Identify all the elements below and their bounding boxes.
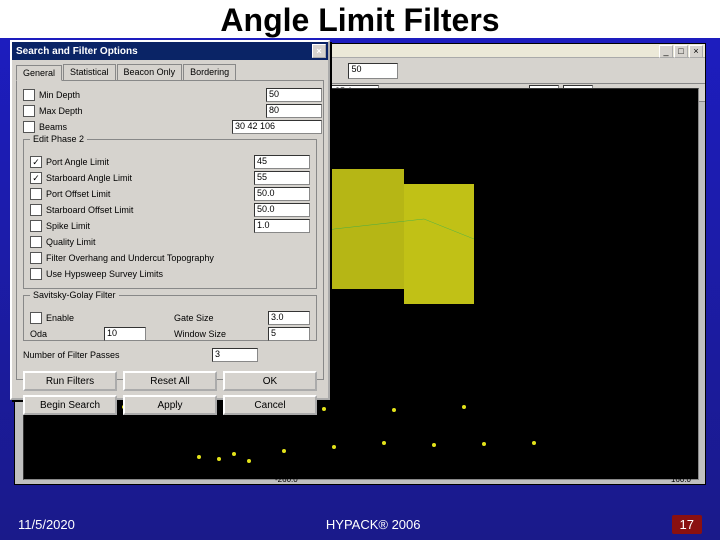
ok-button[interactable]: OK <box>223 371 317 391</box>
spike-input[interactable]: 1.0 <box>254 219 310 233</box>
golay-enable-checkbox[interactable] <box>30 312 42 324</box>
tab-general[interactable]: General <box>16 65 62 81</box>
max-depth-checkbox[interactable] <box>23 105 35 117</box>
spike-checkbox[interactable] <box>30 220 42 232</box>
phase2-label: Edit Phase 2 <box>30 134 87 144</box>
spike-label: Spike Limit <box>46 221 90 231</box>
passes-label: Number of Filter Passes <box>23 350 120 360</box>
begin-search-button[interactable]: Begin Search <box>23 395 117 415</box>
hypsweep-checkbox[interactable] <box>30 268 42 280</box>
sparse-points-2 <box>194 429 554 469</box>
max-depth-row: Max Depth 80 <box>23 103 317 119</box>
footer-center: HYPACK® 2006 <box>326 517 421 532</box>
maximize-button[interactable]: □ <box>674 45 688 58</box>
tab-beacon[interactable]: Beacon Only <box>117 64 183 80</box>
gate-size-label: Gate Size <box>174 313 214 323</box>
tab-body: Min Depth 50 Max Depth 80 Beams 30 42 10… <box>16 80 324 380</box>
beams-checkbox[interactable] <box>23 121 35 133</box>
dialog-close-button[interactable]: × <box>312 44 326 58</box>
x-axis-tick-right: 160.0 <box>671 475 691 484</box>
overhang-checkbox[interactable] <box>30 252 42 264</box>
passes-row: Number of Filter Passes 3 <box>23 347 317 363</box>
port-offset-label: Port Offset Limit <box>46 189 110 199</box>
dialog-title: Search and Filter Options <box>16 46 138 57</box>
port-angle-input[interactable]: 45 <box>254 155 310 169</box>
starboard-offset-input[interactable]: 50.0 <box>254 203 310 217</box>
starboard-offset-label: Starboard Offset Limit <box>46 205 133 215</box>
starboard-angle-checkbox[interactable]: ✓ <box>30 172 42 184</box>
starboard-offset-checkbox[interactable] <box>30 204 42 216</box>
y-axis-tick: 40.0 <box>39 467 55 476</box>
tab-bordering[interactable]: Bordering <box>183 64 236 80</box>
overhang-label: Filter Overhang and Undercut Topography <box>46 253 214 263</box>
minimize-button[interactable]: _ <box>659 45 673 58</box>
port-angle-label: Port Angle Limit <box>46 157 109 167</box>
x-axis-tick-left: -260.0 <box>275 475 298 484</box>
golay-label: Savitsky-Golay Filter <box>30 290 119 300</box>
max-depth-input[interactable]: 80 <box>266 104 322 118</box>
min-depth-label: Min Depth <box>39 90 80 100</box>
filter-dialog: Search and Filter Options × General Stat… <box>10 40 330 400</box>
footer-date: 11/5/2020 <box>18 517 75 532</box>
passes-input[interactable]: 3 <box>212 348 258 362</box>
sweeps-field[interactable]: 50 <box>348 63 398 79</box>
window-size-label: Window Size <box>174 329 226 339</box>
slide-footer: 11/5/2020 HYPACK® 2006 17 <box>0 508 720 540</box>
apply-button[interactable]: Apply <box>123 395 217 415</box>
beams-input[interactable]: 30 42 106 <box>232 120 322 134</box>
tab-statistical[interactable]: Statistical <box>63 64 116 80</box>
gate-size-input[interactable]: 3.0 <box>268 311 310 325</box>
min-depth-checkbox[interactable] <box>23 89 35 101</box>
run-filters-button[interactable]: Run Filters <box>23 371 117 391</box>
golay-enable-label: Enable <box>46 313 74 323</box>
beams-label: Beams <box>39 122 67 132</box>
max-depth-label: Max Depth <box>39 106 83 116</box>
slide-background: Angle Limit Filters _ □ × ⤢ ↑ ↓ ↑ ↓ # Sw… <box>0 0 720 540</box>
min-depth-row: Min Depth 50 <box>23 87 317 103</box>
starboard-angle-input[interactable]: 55 <box>254 171 310 185</box>
close-button[interactable]: × <box>689 45 703 58</box>
min-depth-input[interactable]: 50 <box>266 88 322 102</box>
window-controls: _ □ × <box>659 45 703 58</box>
oda-label: Oda <box>30 329 47 339</box>
beams-row: Beams 30 42 106 <box>23 119 317 135</box>
port-offset-checkbox[interactable] <box>30 188 42 200</box>
cancel-button[interactable]: Cancel <box>223 395 317 415</box>
button-row-2: Begin Search Apply Cancel <box>23 395 317 415</box>
page-number: 17 <box>672 515 702 534</box>
edit-phase2-group: Edit Phase 2 ✓Port Angle Limit45 ✓Starbo… <box>23 139 317 289</box>
hypsweep-label: Use Hypsweep Survey Limits <box>46 269 163 279</box>
quality-label: Quality Limit <box>46 237 96 247</box>
dialog-titlebar[interactable]: Search and Filter Options × <box>12 42 328 60</box>
golay-group: Savitsky-Golay Filter Enable Gate Size 3… <box>23 295 317 341</box>
starboard-angle-label: Starboard Angle Limit <box>46 173 132 183</box>
port-offset-input[interactable]: 50.0 <box>254 187 310 201</box>
window-size-input[interactable]: 5 <box>268 327 310 341</box>
button-row-1: Run Filters Reset All OK <box>23 371 317 391</box>
slide-title: Angle Limit Filters <box>0 0 720 38</box>
oda-input[interactable]: 10 <box>104 327 146 341</box>
dialog-tabs: General Statistical Beacon Only Borderin… <box>16 64 324 80</box>
port-angle-checkbox[interactable]: ✓ <box>30 156 42 168</box>
reset-all-button[interactable]: Reset All <box>123 371 217 391</box>
quality-checkbox[interactable] <box>30 236 42 248</box>
